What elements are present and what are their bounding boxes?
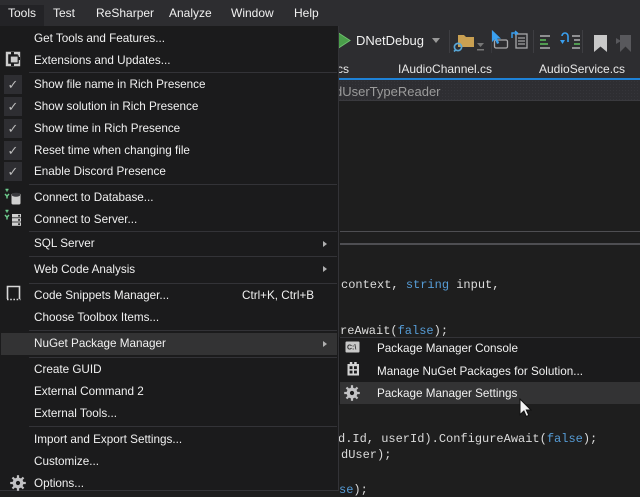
- svg-text:C:\: C:\: [347, 345, 356, 352]
